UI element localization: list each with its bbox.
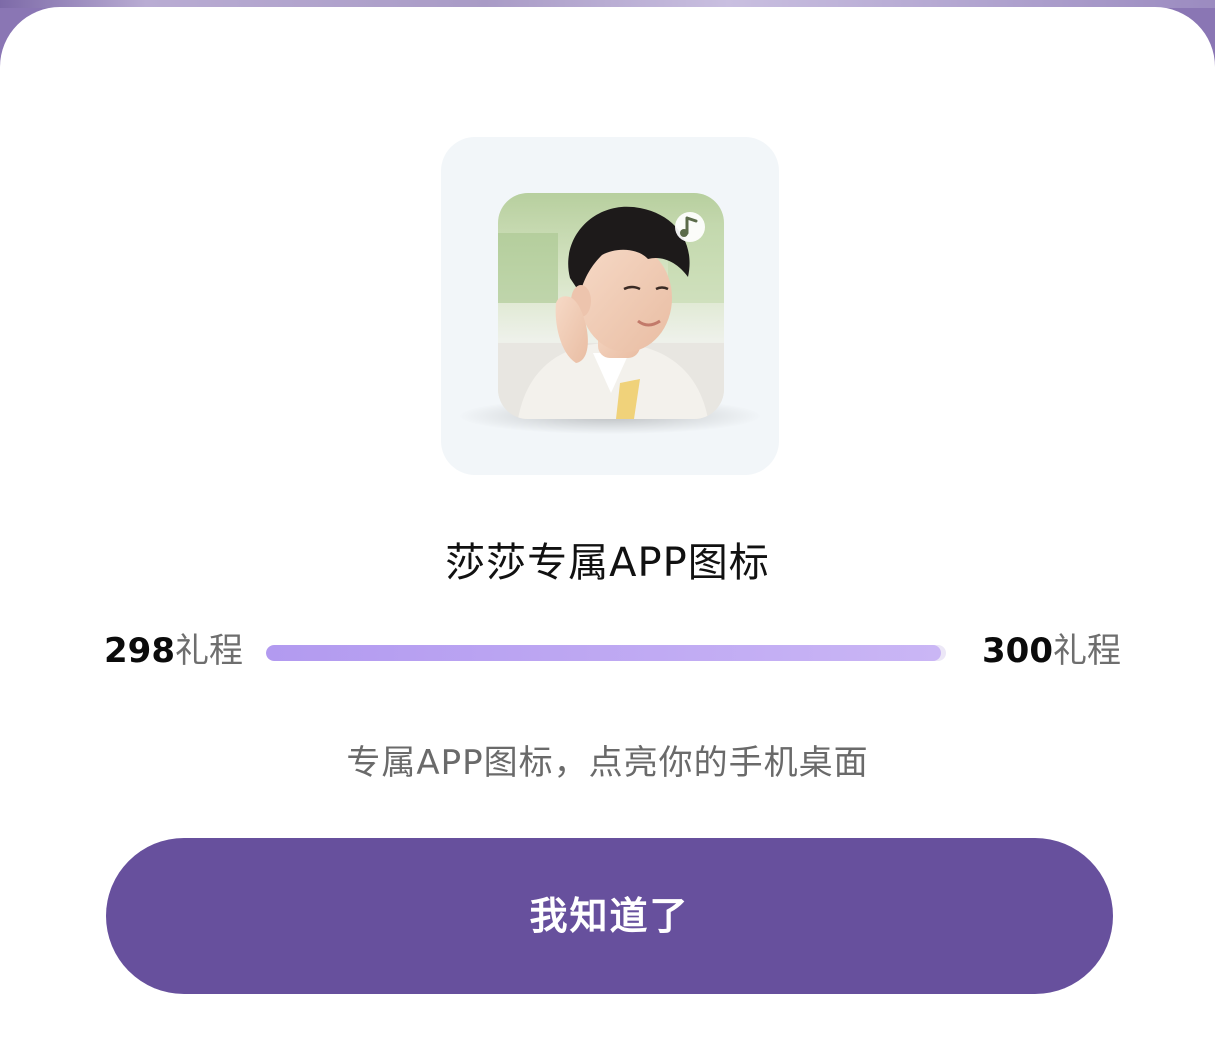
- progress-bar-fill: [266, 645, 942, 661]
- app-icon-preview: [498, 193, 724, 419]
- dialog-title: 莎莎专属APP图标: [445, 540, 770, 586]
- progress-target-unit: 礼程: [1052, 631, 1121, 671]
- progress-current-unit: 礼程: [174, 631, 243, 671]
- music-note-icon: [675, 212, 705, 242]
- progress-target-value: 300: [982, 631, 1053, 671]
- progress-target: 300礼程: [982, 630, 1121, 672]
- progress-bar: [266, 645, 946, 661]
- progress-current-value: 298: [104, 631, 175, 671]
- progress-current: 298礼程: [104, 630, 243, 672]
- portrait-image: [498, 193, 724, 419]
- dialog-description: 专属APP图标，点亮你的手机桌面: [346, 743, 869, 783]
- got-it-button[interactable]: 我知道了: [106, 838, 1113, 994]
